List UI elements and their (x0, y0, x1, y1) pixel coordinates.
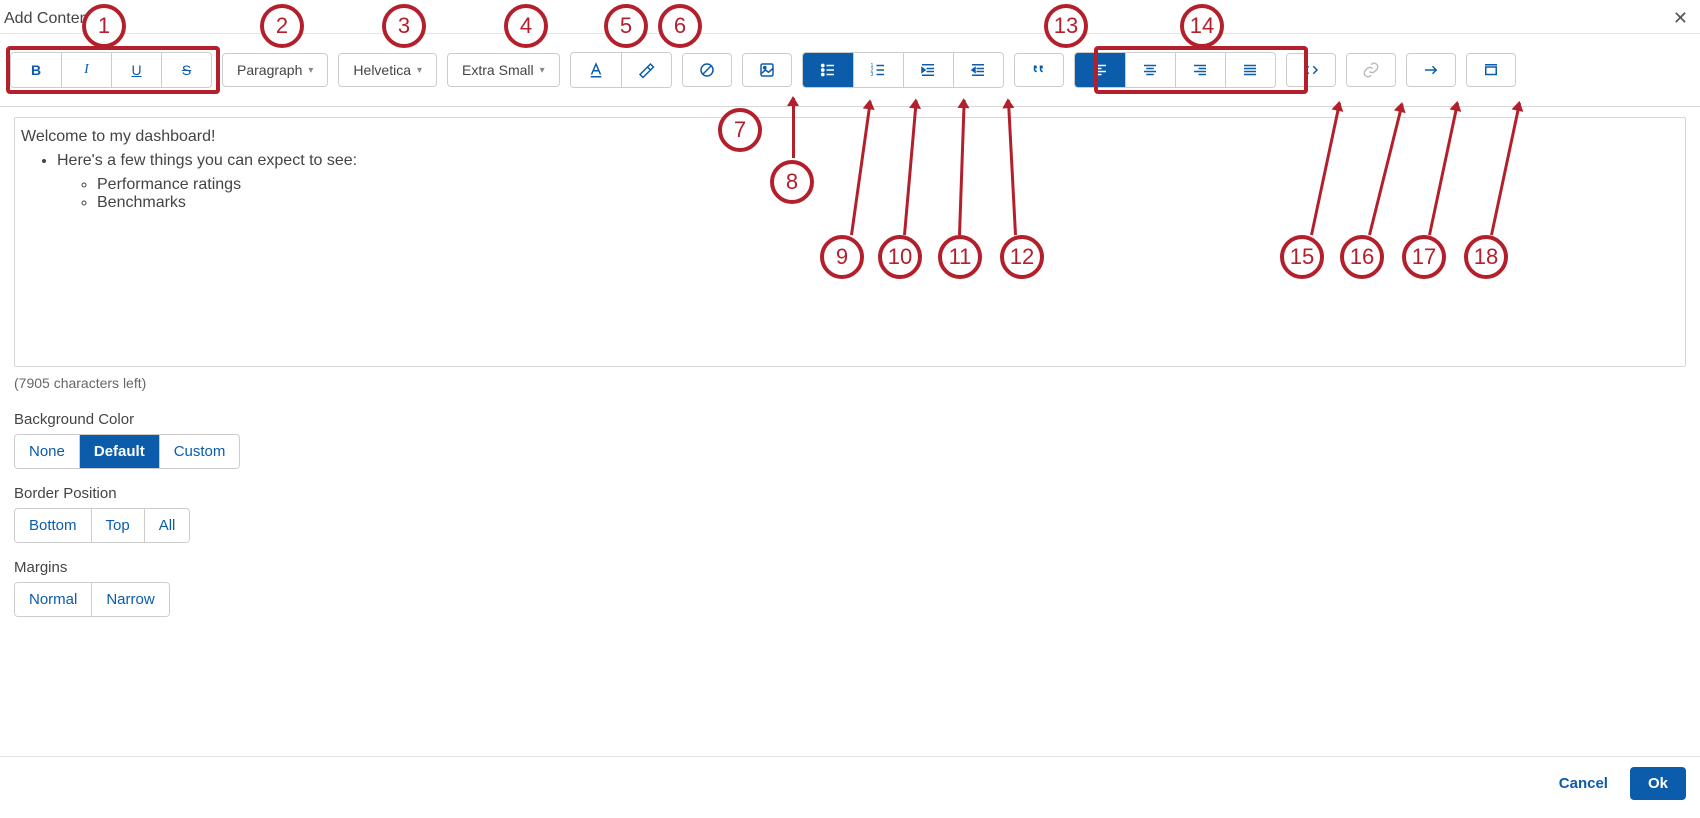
annotation-circle-3: 3 (382, 4, 426, 48)
annotation-circle-10: 10 (878, 235, 922, 279)
border-position-group: Bottom Top All (14, 508, 190, 543)
margins-narrow-button[interactable]: Narrow (91, 583, 168, 616)
align-left-button[interactable] (1075, 53, 1125, 87)
cancel-button[interactable]: Cancel (1545, 767, 1622, 800)
paragraph-style-dropdown[interactable]: Paragraph ▾ (222, 53, 328, 87)
annotation-arrow-8 (792, 98, 795, 158)
alignment-group (1074, 52, 1276, 88)
code-view-button[interactable] (1286, 53, 1336, 87)
annotation-circle-9: 9 (820, 235, 864, 279)
background-color-label: Background Color (0, 395, 1700, 434)
text-style-group: B I U S (10, 52, 212, 88)
border-top-button[interactable]: Top (91, 509, 144, 542)
table-icon (1482, 61, 1500, 79)
outdent-button[interactable] (953, 53, 1003, 87)
ok-button[interactable]: Ok (1630, 767, 1686, 800)
annotation-circle-2: 2 (260, 4, 304, 48)
blockquote-button[interactable] (1014, 53, 1064, 87)
annotation-circle-6: 6 (658, 4, 702, 48)
link-button[interactable] (1346, 53, 1396, 87)
clear-formatting-button[interactable] (682, 53, 732, 87)
clear-format-icon (698, 61, 716, 79)
border-bottom-button[interactable]: Bottom (15, 509, 91, 542)
editor-line: Welcome to my dashboard! (21, 128, 1679, 146)
table-button[interactable] (1466, 53, 1516, 87)
align-right-icon (1191, 61, 1209, 79)
align-justify-button[interactable] (1225, 53, 1275, 87)
svg-text:3: 3 (871, 72, 874, 78)
dialog-title: Add Content (4, 10, 93, 28)
annotation-circle-4: 4 (504, 4, 548, 48)
list-indent-group: 123 (802, 52, 1004, 88)
image-icon (758, 61, 776, 79)
font-color-icon (587, 61, 605, 79)
close-icon[interactable]: ✕ (1673, 8, 1688, 29)
margins-group: Normal Narrow (14, 582, 170, 617)
bgcolor-default-button[interactable]: Default (79, 435, 159, 468)
font-family-label: Helvetica (353, 62, 411, 78)
arrow-right-icon (1422, 61, 1440, 79)
annotation-circle-14: 14 (1180, 4, 1224, 48)
font-color-button[interactable] (571, 53, 621, 87)
margins-label: Margins (0, 543, 1700, 582)
annotation-circle-16: 16 (1340, 235, 1384, 279)
annotation-circle-18: 18 (1464, 235, 1508, 279)
highlight-icon (637, 61, 655, 79)
insert-image-button[interactable] (742, 53, 792, 87)
background-color-group: None Default Custom (14, 434, 240, 469)
editor-list-item: Benchmarks (97, 194, 1679, 212)
link-icon (1362, 61, 1380, 79)
number-list-icon: 123 (869, 61, 887, 79)
bulleted-list-button[interactable] (803, 53, 853, 87)
highlight-color-button[interactable] (621, 53, 671, 87)
numbered-list-button[interactable]: 123 (853, 53, 903, 87)
margins-normal-button[interactable]: Normal (15, 583, 91, 616)
align-center-icon (1141, 61, 1159, 79)
bullet-list-icon (819, 61, 837, 79)
outdent-icon (969, 61, 987, 79)
annotation-circle-1: 1 (82, 4, 126, 48)
annotation-circle-15: 15 (1280, 235, 1324, 279)
indent-icon (919, 61, 937, 79)
editor-bullet-list: Here's a few things you can expect to se… (21, 152, 1679, 212)
italic-button[interactable]: I (61, 53, 111, 87)
chevron-down-icon: ▾ (540, 65, 545, 76)
bold-button[interactable]: B (11, 53, 61, 87)
tab-button[interactable] (1406, 53, 1456, 87)
dialog-header: Add Content ✕ (0, 0, 1700, 34)
color-group (570, 52, 672, 88)
annotation-circle-7: 7 (718, 108, 762, 152)
border-all-button[interactable]: All (144, 509, 190, 542)
align-justify-icon (1241, 61, 1259, 79)
align-right-button[interactable] (1175, 53, 1225, 87)
annotation-circle-12: 12 (1000, 235, 1044, 279)
annotation-circle-13: 13 (1044, 4, 1088, 48)
align-center-button[interactable] (1125, 53, 1175, 87)
font-size-dropdown[interactable]: Extra Small ▾ (447, 53, 560, 87)
bgcolor-custom-button[interactable]: Custom (159, 435, 240, 468)
editor-toolbar: B I U S Paragraph ▾ Helvetica ▾ Extra Sm… (0, 34, 1700, 107)
align-left-icon (1091, 61, 1109, 79)
quote-icon (1030, 61, 1048, 79)
dialog-footer: Cancel Ok (0, 756, 1700, 818)
annotation-circle-17: 17 (1402, 235, 1446, 279)
code-icon (1302, 61, 1320, 79)
editor-list-item: Here's a few things you can expect to se… (57, 152, 1679, 170)
chevron-down-icon: ▾ (308, 65, 313, 76)
annotation-circle-8: 8 (770, 160, 814, 204)
characters-remaining: (7905 characters left) (0, 371, 1700, 395)
annotation-circle-5: 5 (604, 4, 648, 48)
font-family-dropdown[interactable]: Helvetica ▾ (338, 53, 437, 87)
bgcolor-none-button[interactable]: None (15, 435, 79, 468)
paragraph-style-label: Paragraph (237, 62, 302, 78)
indent-button[interactable] (903, 53, 953, 87)
strikethrough-button[interactable]: S (161, 53, 211, 87)
font-size-label: Extra Small (462, 62, 534, 78)
chevron-down-icon: ▾ (417, 65, 422, 76)
annotation-circle-11: 11 (938, 235, 982, 279)
underline-button[interactable]: U (111, 53, 161, 87)
border-position-label: Border Position (0, 469, 1700, 508)
